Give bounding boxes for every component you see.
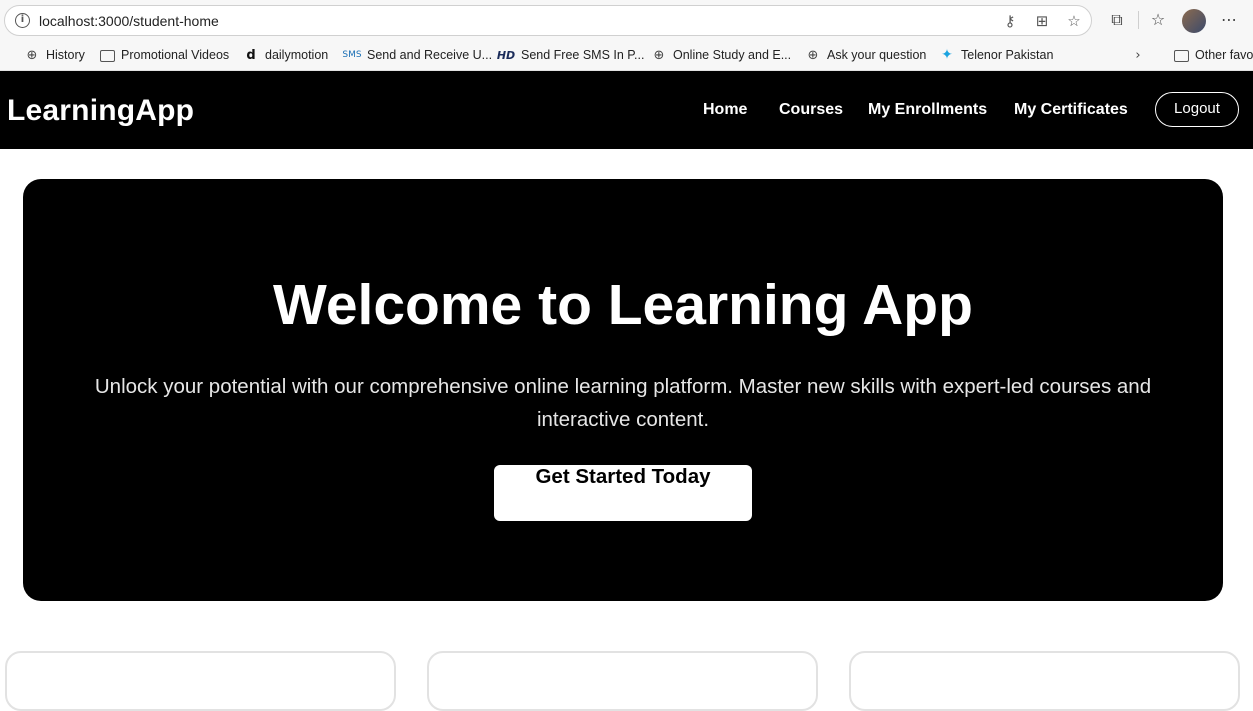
bookmark-telenor[interactable]: ✦ Telenor Pakistan xyxy=(939,46,1053,64)
hero-title: Welcome to Learning App xyxy=(273,273,973,337)
sms-icon: SMS xyxy=(342,50,362,60)
app-navbar: LearningApp Home Courses My Enrollments … xyxy=(0,71,1253,149)
bookmark-history[interactable]: ⊕ History xyxy=(24,46,85,64)
bookmark-dailymotion[interactable]: d dailymotion xyxy=(243,46,328,64)
folder-icon xyxy=(1174,50,1189,62)
telenor-icon: ✦ xyxy=(941,47,953,63)
address-url[interactable]: localhost:3000/student-home xyxy=(39,13,219,29)
toolbar-divider xyxy=(1138,11,1139,29)
globe-icon: ⊕ xyxy=(653,47,665,63)
app-available-icon[interactable]: ⊞ xyxy=(1033,12,1051,30)
nav-link-home[interactable]: Home xyxy=(703,101,747,119)
bookmarks-bar: ⊕ History Promotional Videos d dailymoti… xyxy=(0,40,1253,70)
nav-link-courses[interactable]: Courses xyxy=(779,101,843,119)
brand-logo[interactable]: LearningApp xyxy=(7,94,194,128)
bookmark-other-favorites[interactable]: Other favo xyxy=(1174,46,1253,64)
site-info-icon[interactable]: i xyxy=(15,13,30,28)
chevron-right-icon: › xyxy=(1135,47,1141,63)
nav-link-my-certificates[interactable]: My Certificates xyxy=(1014,101,1128,119)
globe-icon: ⊕ xyxy=(807,47,819,63)
bookmark-online-study[interactable]: ⊕ Online Study and E... xyxy=(651,46,792,64)
hero-section: Welcome to Learning App Unlock your pote… xyxy=(23,179,1223,601)
favorites-icon[interactable]: ☆ xyxy=(1148,10,1168,30)
bookmark-send-free-sms[interactable]: HD Send Free SMS In P... xyxy=(496,46,645,64)
address-bar[interactable]: i localhost:3000/student-home ⚷ ⊞ ☆ xyxy=(4,5,1092,36)
folder-icon xyxy=(100,50,115,62)
bookmark-send-receive[interactable]: SMS Send and Receive U... xyxy=(342,46,492,64)
dailymotion-icon: d xyxy=(246,47,256,63)
key-icon[interactable]: ⚷ xyxy=(1001,12,1019,30)
globe-icon: ⊕ xyxy=(26,47,38,63)
profile-avatar[interactable] xyxy=(1182,9,1206,33)
more-menu-icon[interactable]: ⋯ xyxy=(1219,10,1239,30)
get-started-button[interactable]: Get Started Today xyxy=(494,465,752,521)
bookmarks-overflow-button[interactable]: › xyxy=(1130,46,1152,64)
feature-card xyxy=(427,651,818,711)
bookmark-promotional-videos[interactable]: Promotional Videos xyxy=(100,46,229,64)
browser-chrome: i localhost:3000/student-home ⚷ ⊞ ☆ ⧉ ☆ … xyxy=(0,0,1253,71)
address-row: i localhost:3000/student-home ⚷ ⊞ ☆ ⧉ ☆ … xyxy=(0,0,1253,40)
extensions-icon[interactable]: ⧉ xyxy=(1107,10,1127,30)
hero-subtitle: Unlock your potential with our comprehen… xyxy=(94,375,1152,431)
feature-card xyxy=(849,651,1240,711)
nav-link-my-enrollments[interactable]: My Enrollments xyxy=(868,101,987,119)
bookmark-ask-question[interactable]: ⊕ Ask your question xyxy=(805,46,927,64)
logout-button[interactable]: Logout xyxy=(1155,92,1239,127)
hd-icon: HD xyxy=(496,48,516,62)
feature-card xyxy=(5,651,396,711)
favorite-star-icon[interactable]: ☆ xyxy=(1065,12,1083,30)
